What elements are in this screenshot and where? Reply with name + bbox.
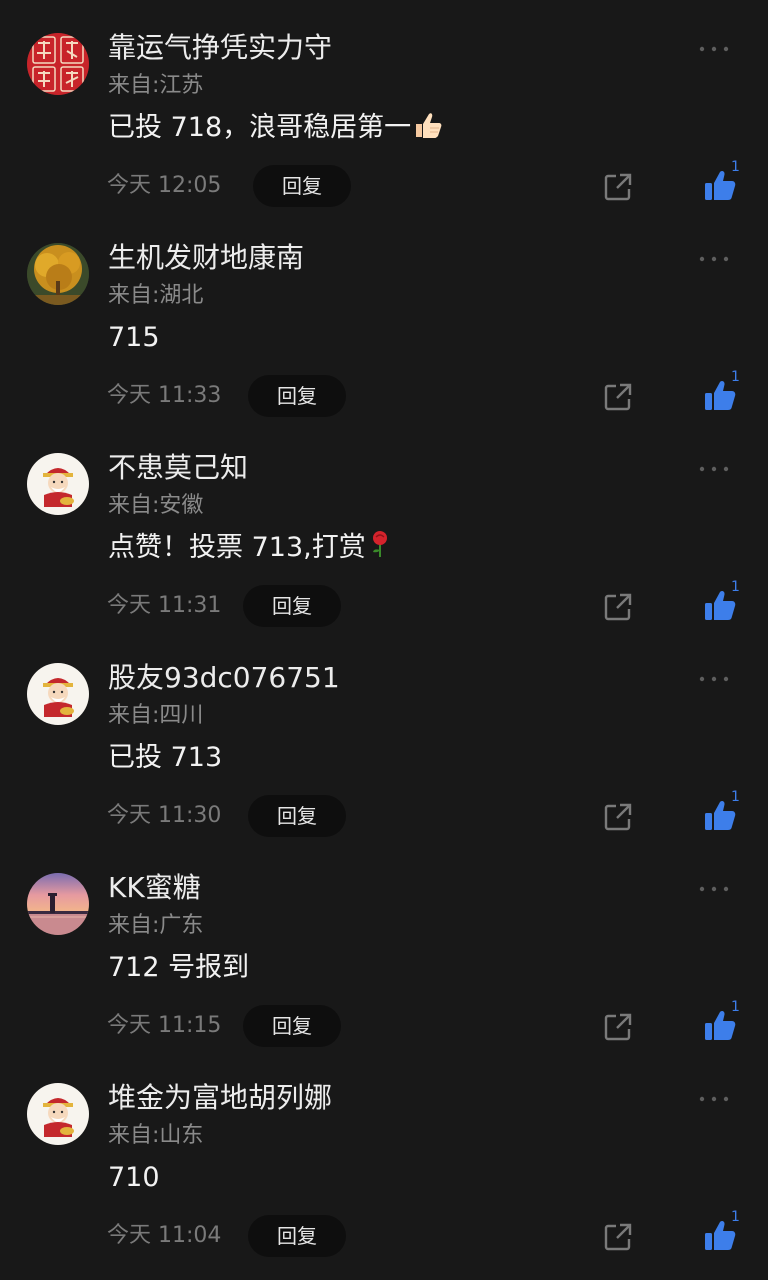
reply-button[interactable]: 回复 [243,585,341,627]
golden-tree-avatar-icon [27,243,89,305]
username[interactable]: 不患莫己知 [108,448,248,488]
thumbs-up-emoji-icon [413,111,443,151]
location-label: 来自:湖北 [108,283,204,308]
location-label: 来自:山东 [108,1123,204,1148]
location-label: 来自:四川 [108,703,204,728]
comment-item: 股友93dc076751 来自:四川 已投 713 今天 11:30 回复 1 [0,630,768,840]
avatar[interactable] [27,663,89,725]
reply-button[interactable]: 回复 [248,795,346,837]
sunset-lighthouse-avatar-icon [27,873,89,935]
more-options-icon[interactable] [698,250,730,268]
username[interactable]: 堆金为富地胡列娜 [108,1078,332,1118]
fortune-god-avatar-icon [27,453,89,515]
location-label: 来自:江苏 [108,73,204,98]
more-options-icon[interactable] [698,670,730,688]
comment-item: 不患莫己知 来自:安徽 点赞！投票 713,打赏 今天 11:31 回复 1 [0,420,768,630]
username[interactable]: 靠运气挣凭实力守 [108,28,332,68]
like-count: 1 [731,369,740,385]
avatar[interactable] [27,33,89,95]
comment-text: 已投 718，浪哥稳居第一 [108,108,443,151]
comment-item: 堆金为富地胡列娜 来自:山东 710 今天 11:04 回复 1 [0,1050,768,1260]
more-options-icon[interactable] [698,40,730,58]
reply-button[interactable]: 回复 [243,1005,341,1047]
timestamp: 今天 11:15 [107,1013,222,1038]
avatar[interactable] [27,1083,89,1145]
comment-item: 靠运气挣凭实力守 来自:江苏 已投 718，浪哥稳居第一 今天 12:05 回复… [0,0,768,210]
comment-text: 已投 713 [108,742,223,773]
share-icon[interactable] [603,802,633,832]
comment-text: 715 [108,322,160,353]
like-count: 1 [731,789,740,805]
like-count: 1 [731,999,740,1015]
reply-button[interactable]: 回复 [248,1215,346,1257]
comment-item: KK蜜糖 来自:广东 712 号报到 今天 11:15 回复 1 [0,840,768,1050]
comment-text: 点赞！投票 713,打赏 [108,528,392,571]
comment-item: 生机发财地康南 来自:湖北 715 今天 11:33 回复 1 [0,210,768,420]
timestamp: 今天 11:04 [107,1223,222,1248]
fortune-god-avatar-icon [27,663,89,725]
fortune-god-avatar-icon [27,1083,89,1145]
avatar[interactable] [27,873,89,935]
share-icon[interactable] [603,382,633,412]
share-icon[interactable] [603,1012,633,1042]
location-label: 来自:安徽 [108,493,204,518]
share-icon[interactable] [603,1222,633,1252]
like-count: 1 [731,159,740,175]
more-options-icon[interactable] [698,880,730,898]
timestamp: 今天 11:30 [107,803,222,828]
like-count: 1 [731,1209,740,1225]
reply-button[interactable]: 回复 [248,375,346,417]
comment-list: 靠运气挣凭实力守 来自:江苏 已投 718，浪哥稳居第一 今天 12:05 回复… [0,0,768,1280]
more-options-icon[interactable] [698,1090,730,1108]
avatar[interactable] [27,453,89,515]
avatar[interactable] [27,243,89,305]
comment-text: 710 [108,1162,160,1193]
username[interactable]: KK蜜糖 [108,868,201,908]
share-icon[interactable] [603,172,633,202]
timestamp: 今天 11:31 [107,593,222,618]
more-options-icon[interactable] [698,460,730,478]
red-calligraphy-avatar-icon [27,33,89,95]
username[interactable]: 生机发财地康南 [108,238,304,278]
timestamp: 今天 11:33 [107,383,222,408]
reply-button[interactable]: 回复 [253,165,351,207]
rose-emoji-icon [368,529,392,571]
timestamp: 今天 12:05 [107,173,222,198]
username[interactable]: 股友93dc076751 [108,658,340,698]
share-icon[interactable] [603,592,633,622]
comment-text: 712 号报到 [108,952,250,983]
like-count: 1 [731,579,740,595]
location-label: 来自:广东 [108,913,204,938]
